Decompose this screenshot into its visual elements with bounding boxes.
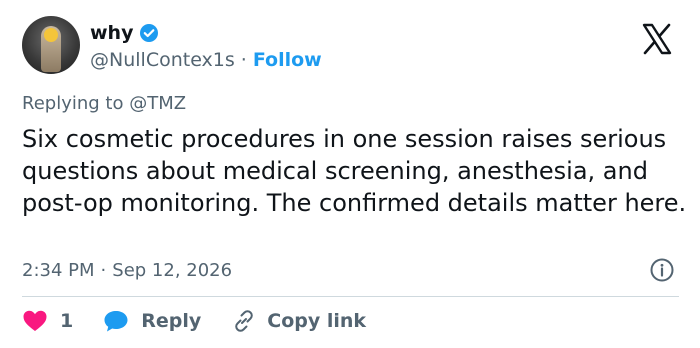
- link-icon: [231, 308, 257, 334]
- author-name[interactable]: why: [90, 22, 133, 44]
- copy-link-button[interactable]: Copy link: [231, 308, 366, 334]
- copy-link-label: Copy link: [267, 310, 367, 332]
- author-name-row: why: [90, 20, 159, 46]
- info-icon[interactable]: [649, 257, 675, 283]
- tweet-date[interactable]: Sep 12, 2026: [112, 260, 232, 281]
- heart-icon: [22, 309, 48, 333]
- like-count: 1: [60, 310, 74, 332]
- tweet-timestamp[interactable]: 2:34 PM · Sep 12, 2026: [22, 257, 232, 283]
- replying-to-line: Replying to @TMZ: [22, 93, 186, 114]
- like-button[interactable]: 1: [22, 309, 73, 333]
- reply-button[interactable]: Reply: [103, 309, 201, 333]
- avatar-emoji-face: [44, 28, 58, 42]
- replying-to-label: Replying to: [22, 93, 124, 114]
- verified-badge-icon: [139, 23, 159, 43]
- follow-button[interactable]: Follow: [253, 49, 322, 71]
- author-handle[interactable]: @NullContex1s: [90, 49, 235, 71]
- timestamp-separator: ·: [100, 259, 107, 281]
- action-bar: 1 Reply Copy link: [22, 306, 366, 336]
- handle-separator: ·: [240, 49, 247, 71]
- reply-label: Reply: [141, 310, 202, 332]
- replying-to-mention[interactable]: @TMZ: [129, 93, 186, 114]
- x-logo-icon[interactable]: [640, 22, 674, 56]
- tweet-card: why @NullContex1s · Follow Replying to @…: [0, 0, 700, 348]
- divider: [22, 296, 679, 297]
- tweet-time[interactable]: 2:34 PM: [22, 260, 95, 281]
- tweet-text: Six cosmetic procedures in one session r…: [22, 125, 687, 217]
- author-handle-row: @NullContex1s · Follow: [90, 47, 322, 73]
- speech-bubble-icon: [103, 309, 129, 333]
- avatar[interactable]: [22, 16, 80, 74]
